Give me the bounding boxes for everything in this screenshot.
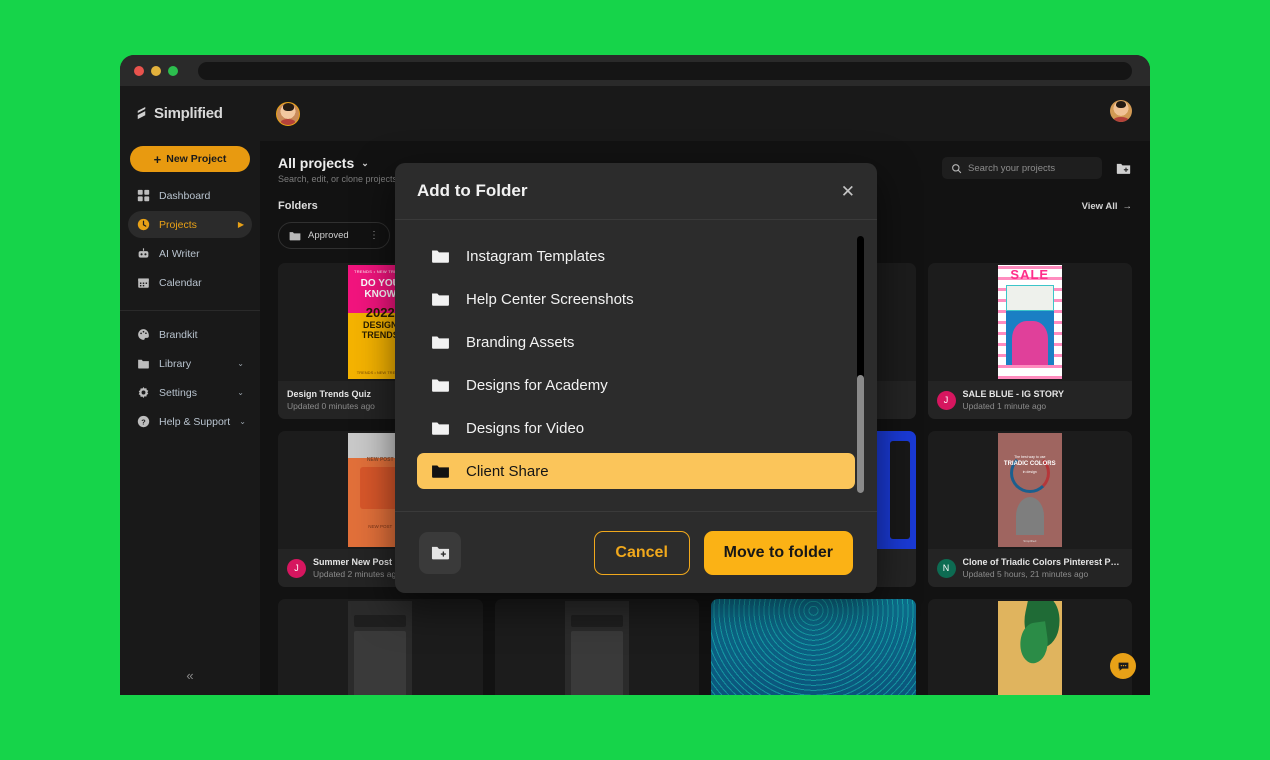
folder-list-item[interactable]: Instagram Templates <box>417 238 855 274</box>
folder-list: Instagram Templates Help Center Screensh… <box>395 238 877 489</box>
browser-window: Simplified + New Project Dashboard Proje… <box>120 55 1150 695</box>
modal-footer: Cancel Move to folder <box>395 511 877 593</box>
folder-list-item[interactable]: Designs for Academy <box>417 367 855 403</box>
add-to-folder-modal: Add to Folder ✕ Instagram Templates Help… <box>395 163 877 593</box>
modal-body: Instagram Templates Help Center Screensh… <box>395 220 877 511</box>
folder-list-item[interactable]: Help Center Screenshots <box>417 281 855 317</box>
modal-title: Add to Folder <box>417 181 528 200</box>
folder-name: Designs for Video <box>466 419 585 437</box>
folder-list-item-selected[interactable]: Client Share <box>417 453 855 489</box>
scrollbar-track[interactable] <box>857 236 864 493</box>
folder-name: Help Center Screenshots <box>466 290 634 308</box>
folder-name: Client Share <box>466 462 549 480</box>
modal-header: Add to Folder ✕ <box>395 163 877 220</box>
create-new-folder-button[interactable] <box>419 531 461 574</box>
folder-icon <box>431 249 450 264</box>
folder-list-item[interactable]: Branding Assets <box>417 324 855 360</box>
scrollbar-thumb[interactable] <box>857 374 864 493</box>
modal-overlay: Add to Folder ✕ Instagram Templates Help… <box>120 55 1150 695</box>
folder-name: Branding Assets <box>466 333 575 351</box>
folder-icon <box>431 464 450 479</box>
cancel-button[interactable]: Cancel <box>593 530 690 575</box>
folder-icon <box>431 292 450 307</box>
new-folder-icon <box>431 546 449 559</box>
folder-icon <box>431 421 450 436</box>
folder-name: Instagram Templates <box>466 247 605 265</box>
folder-list-item[interactable]: Designs for Video <box>417 410 855 446</box>
close-icon[interactable]: ✕ <box>841 183 855 200</box>
folder-name: Designs for Academy <box>466 376 608 394</box>
folder-icon <box>431 335 450 350</box>
folder-icon <box>431 378 450 393</box>
move-to-folder-button[interactable]: Move to folder <box>703 530 853 575</box>
